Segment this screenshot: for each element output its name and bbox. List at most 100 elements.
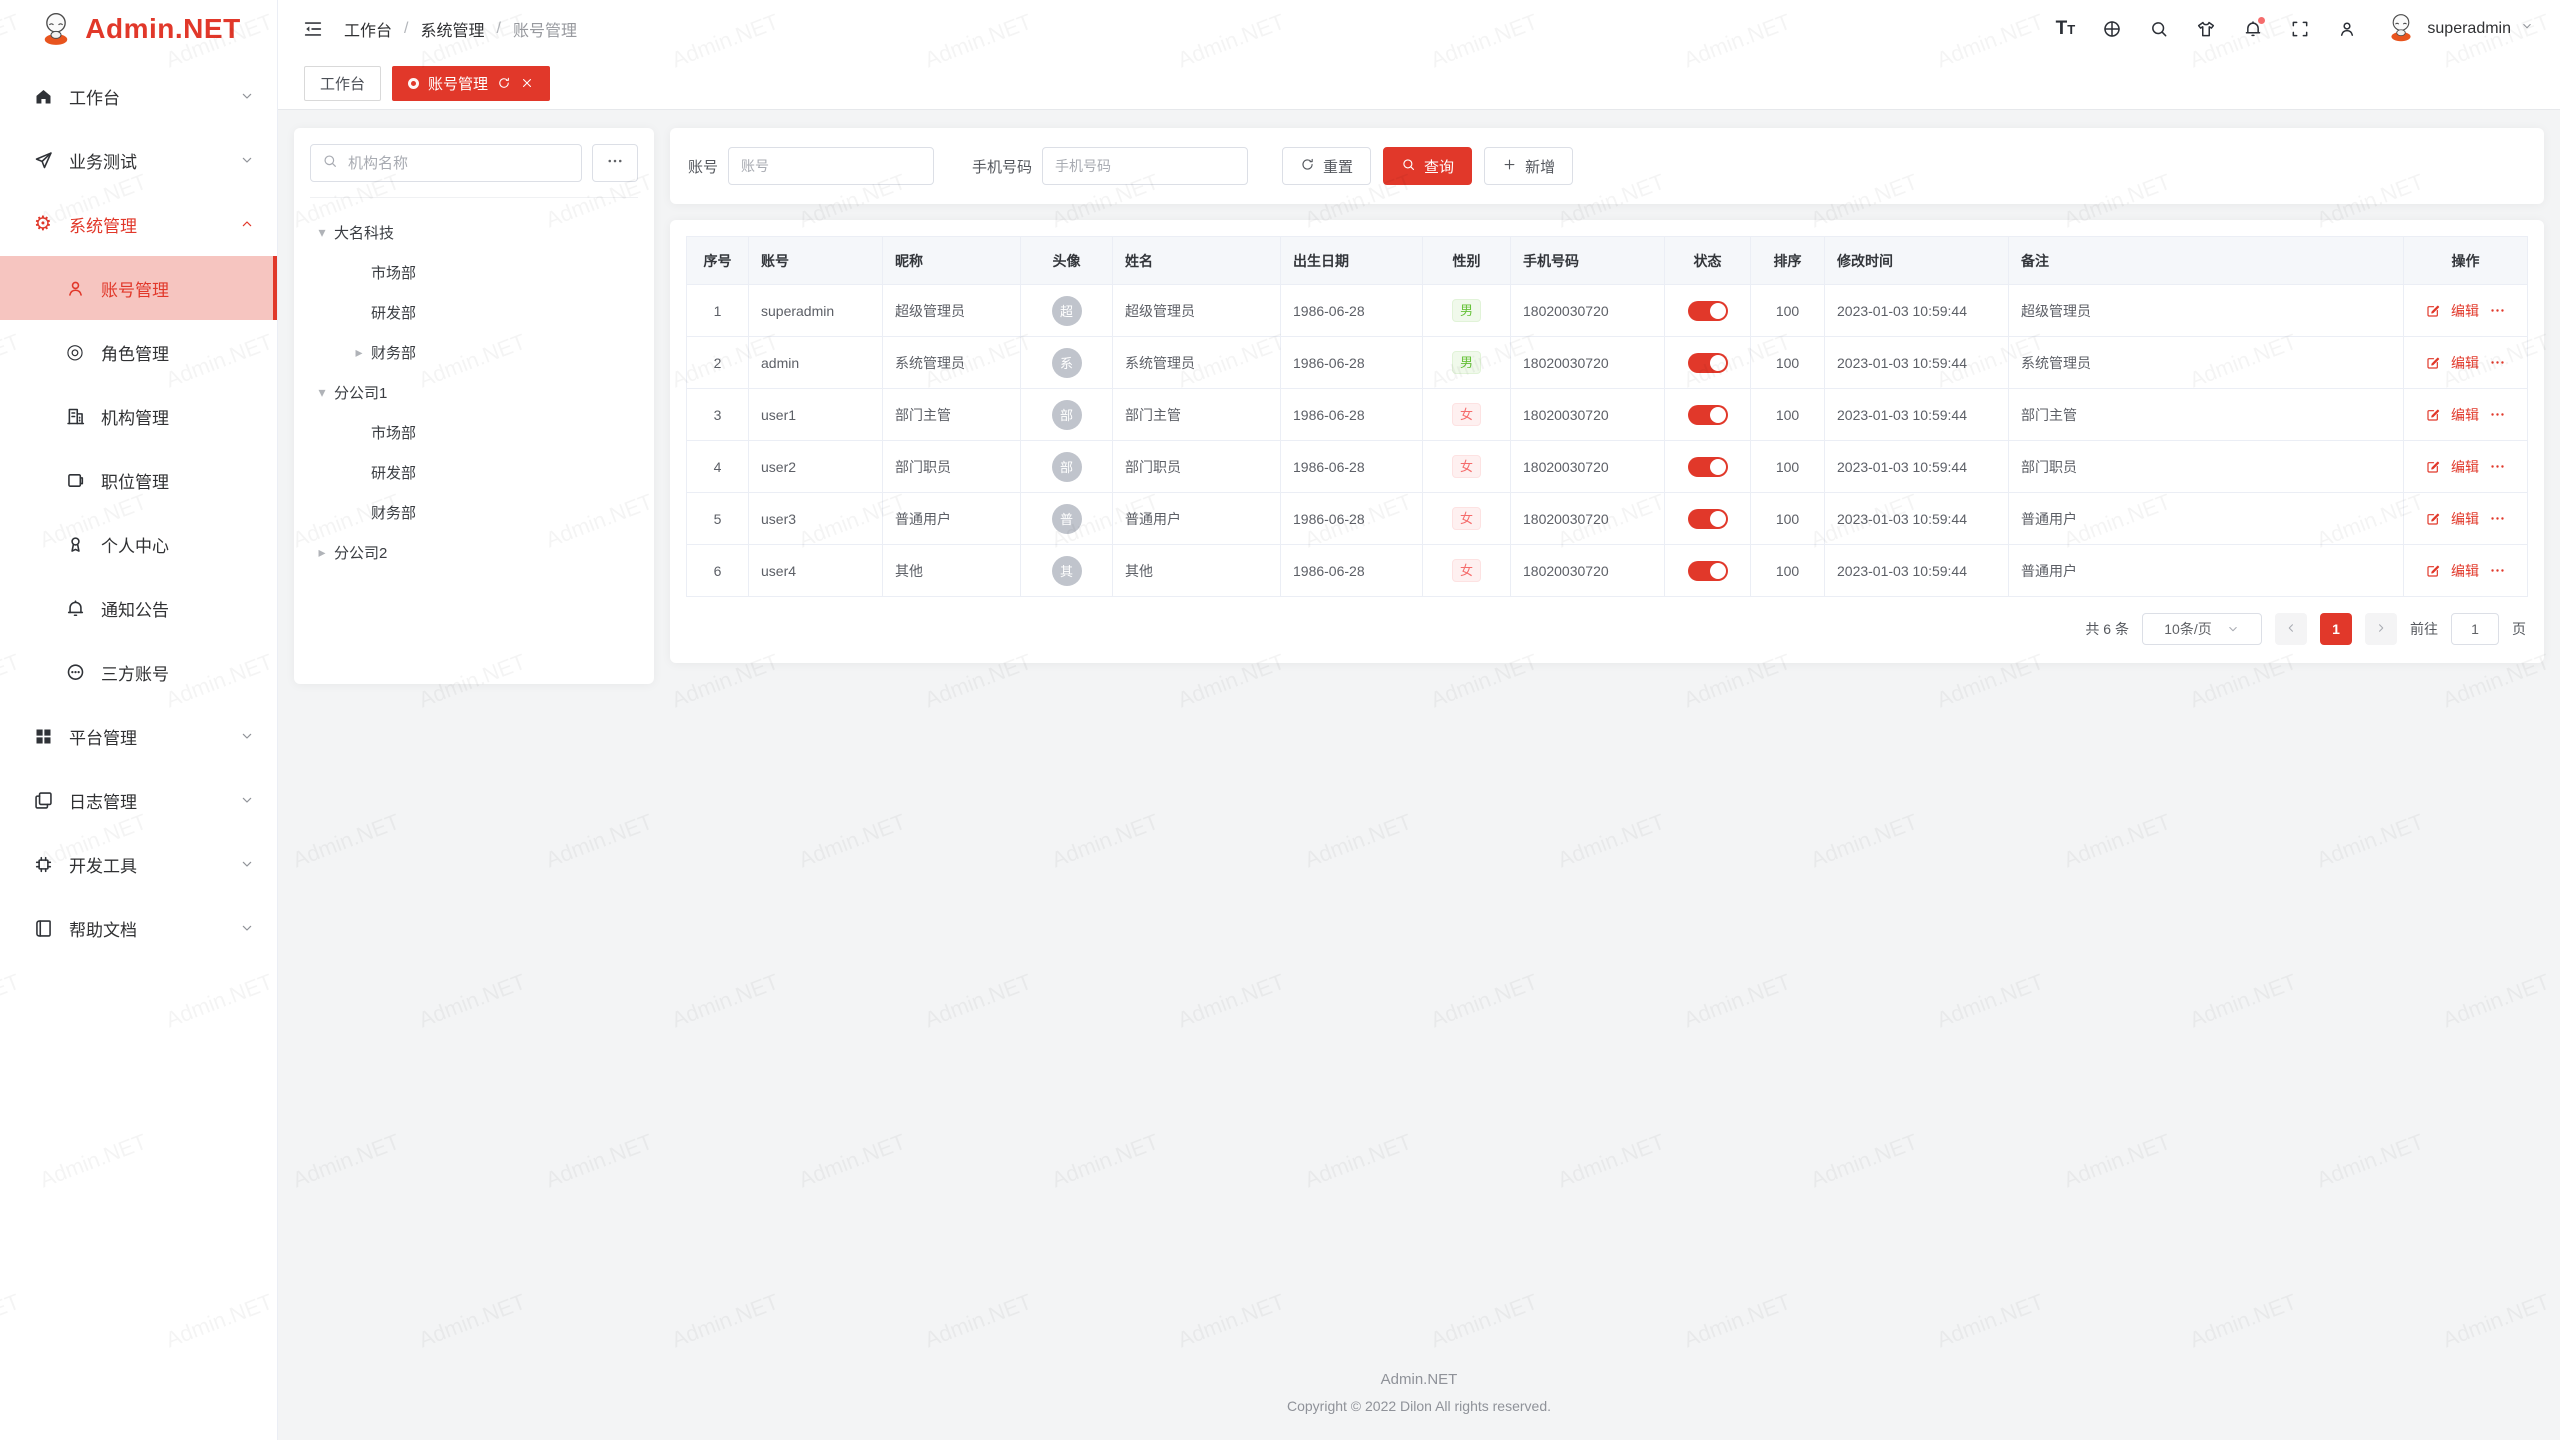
sidebar-item-workbench[interactable]: 工作台 <box>0 64 277 128</box>
row-more-icon[interactable] <box>2489 458 2506 475</box>
menu-fold-icon[interactable] <box>302 18 324 40</box>
sidebar-item-label: 业务测试 <box>69 148 137 173</box>
reset-button[interactable]: 重置 <box>1282 147 1371 185</box>
row-more-icon[interactable] <box>2489 562 2506 579</box>
breadcrumb-separator: / <box>496 20 500 38</box>
edit-icon[interactable] <box>2425 407 2441 423</box>
column-header-status: 状态 <box>1665 237 1751 285</box>
sidebar-item-platform-mgmt[interactable]: 平台管理 <box>0 704 277 768</box>
font-size-icon[interactable]: TT <box>2055 19 2075 39</box>
row-more-icon[interactable] <box>2489 302 2506 319</box>
notification-badge <box>2257 16 2266 25</box>
avatar: 超 <box>1052 296 1082 326</box>
status-toggle[interactable] <box>1688 353 1728 373</box>
org-search-input[interactable] <box>346 154 570 173</box>
tree-node[interactable]: ▸ 分公司2 <box>310 532 638 572</box>
caret-right-icon[interactable]: ▸ <box>347 344 371 361</box>
page-size-select[interactable]: 10条/页 <box>2142 613 2262 645</box>
edit-icon[interactable] <box>2425 355 2441 371</box>
table-row: 5user3普通用户普普通用户1986-06-28女18020030720100… <box>687 493 2528 545</box>
column-header-nickname: 昵称 <box>883 237 1021 285</box>
sidebar-item-thirdparty-account[interactable]: 三方账号 <box>0 640 277 704</box>
edit-button[interactable]: 编辑 <box>2451 353 2479 373</box>
status-toggle[interactable] <box>1688 509 1728 529</box>
right-column: 账号 手机号码 重置 查询 新增 <box>670 128 2544 663</box>
phone-input[interactable] <box>1042 147 1248 185</box>
cell-order: 100 <box>1751 441 1825 493</box>
sidebar-item-account-mgmt[interactable]: 账号管理 <box>0 256 277 320</box>
tree-node[interactable]: ▾ 大名科技 <box>310 212 638 252</box>
edit-icon[interactable] <box>2425 459 2441 475</box>
status-toggle[interactable] <box>1688 561 1728 581</box>
cell-phone: 18020030720 <box>1511 285 1665 337</box>
sidebar-item-log-mgmt[interactable]: 日志管理 <box>0 768 277 832</box>
caret-down-icon[interactable]: ▾ <box>310 224 334 241</box>
profile-icon[interactable] <box>2337 19 2357 39</box>
fullscreen-icon[interactable] <box>2290 19 2310 39</box>
tree-node[interactable]: 研发部 <box>310 452 638 492</box>
next-page-button[interactable] <box>2365 613 2397 645</box>
tab-workbench[interactable]: 工作台 <box>304 66 381 101</box>
tree-node[interactable]: ▾ 分公司1 <box>310 372 638 412</box>
language-icon[interactable] <box>2102 19 2122 39</box>
avatar: 部 <box>1052 400 1082 430</box>
avatar: 普 <box>1052 504 1082 534</box>
notification-icon[interactable] <box>2243 19 2263 39</box>
goto-page-input[interactable] <box>2451 613 2499 645</box>
row-more-icon[interactable] <box>2489 406 2506 423</box>
main-area: 工作台 / 系统管理 / 账号管理 TT superadmin 工作台 账号管理 <box>278 0 2560 1440</box>
tree-node[interactable]: 市场部 <box>310 252 638 292</box>
cell-remark: 超级管理员 <box>2009 285 2404 337</box>
edit-icon[interactable] <box>2425 563 2441 579</box>
row-more-icon[interactable] <box>2489 354 2506 371</box>
caret-right-icon[interactable]: ▸ <box>310 544 334 561</box>
sidebar-item-position-mgmt[interactable]: 职位管理 <box>0 448 277 512</box>
edit-icon[interactable] <box>2425 303 2441 319</box>
account-input[interactable] <box>728 147 934 185</box>
search-icon[interactable] <box>2149 19 2169 39</box>
user-menu[interactable]: superadmin <box>2384 9 2534 48</box>
sidebar-item-role-mgmt[interactable]: ◎ 角色管理 <box>0 320 277 384</box>
breadcrumb-item[interactable]: 系统管理 <box>420 17 484 41</box>
edit-button[interactable]: 编辑 <box>2451 301 2479 321</box>
column-header-avatar: 头像 <box>1021 237 1113 285</box>
sidebar-item-system-mgmt[interactable]: ⚙ 系统管理 <box>0 192 277 256</box>
query-button[interactable]: 查询 <box>1383 147 1472 185</box>
edit-button[interactable]: 编辑 <box>2451 405 2479 425</box>
cell-remark: 普通用户 <box>2009 545 2404 597</box>
cell-name: 部门职员 <box>1113 441 1281 493</box>
sidebar-menu: 工作台 业务测试 ⚙ 系统管理 账号管理 ◎ 角色管理 机构管理 职位管理 个人… <box>0 58 277 960</box>
edit-button[interactable]: 编辑 <box>2451 457 2479 477</box>
tab-refresh-icon[interactable] <box>497 76 511 90</box>
prev-page-button[interactable] <box>2275 613 2307 645</box>
tree-node[interactable]: 财务部 <box>310 492 638 532</box>
caret-down-icon[interactable]: ▾ <box>310 384 334 401</box>
tab-close-icon[interactable] <box>520 76 534 90</box>
sidebar-item-dev-tools[interactable]: 开发工具 <box>0 832 277 896</box>
sidebar-item-label: 个人中心 <box>101 532 169 557</box>
breadcrumb-item[interactable]: 工作台 <box>344 17 392 41</box>
sidebar-item-notice[interactable]: 通知公告 <box>0 576 277 640</box>
status-toggle[interactable] <box>1688 405 1728 425</box>
sidebar-item-org-mgmt[interactable]: 机构管理 <box>0 384 277 448</box>
sidebar-item-business-test[interactable]: 业务测试 <box>0 128 277 192</box>
edit-icon[interactable] <box>2425 511 2441 527</box>
edit-button[interactable]: 编辑 <box>2451 561 2479 581</box>
tree-node[interactable]: 市场部 <box>310 412 638 452</box>
tree-node[interactable]: ▸ 财务部 <box>310 332 638 372</box>
theme-icon[interactable] <box>2196 19 2216 39</box>
edit-button[interactable]: 编辑 <box>2451 509 2479 529</box>
org-more-button[interactable] <box>592 144 638 182</box>
add-button[interactable]: 新增 <box>1484 147 1573 185</box>
cell-account: user1 <box>749 389 883 441</box>
status-toggle[interactable] <box>1688 301 1728 321</box>
row-more-icon[interactable] <box>2489 510 2506 527</box>
cell-account: user3 <box>749 493 883 545</box>
cell-birthday: 1986-06-28 <box>1281 337 1423 389</box>
status-toggle[interactable] <box>1688 457 1728 477</box>
page-number-current[interactable]: 1 <box>2320 613 2352 645</box>
tree-node[interactable]: 研发部 <box>310 292 638 332</box>
sidebar-item-personal-center[interactable]: 个人中心 <box>0 512 277 576</box>
sidebar-item-help-docs[interactable]: 帮助文档 <box>0 896 277 960</box>
tab-account-mgmt[interactable]: 账号管理 <box>392 66 550 101</box>
